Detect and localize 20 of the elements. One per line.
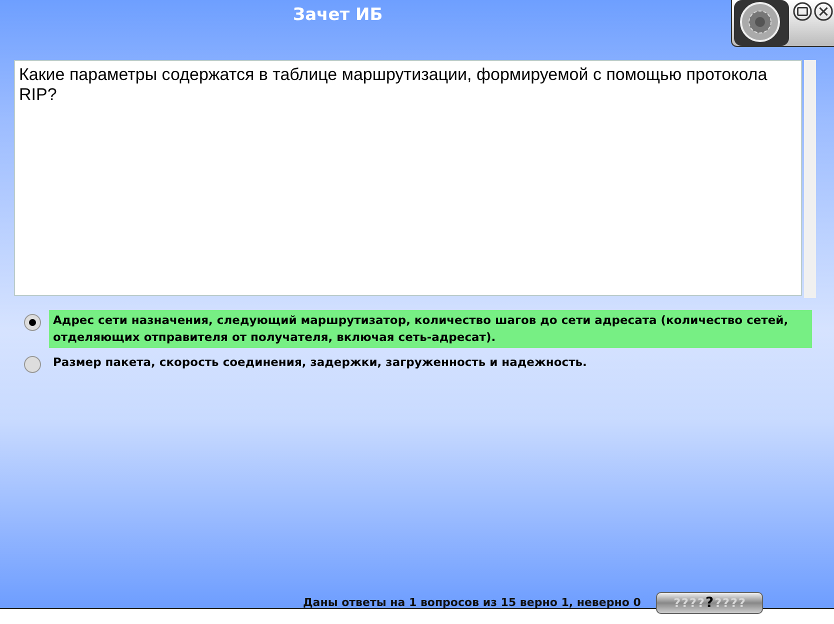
- disc-logo-icon[interactable]: [733, 0, 790, 47]
- question-marker[interactable]: ?: [674, 596, 681, 610]
- restore-icon[interactable]: [793, 2, 812, 21]
- question-marker[interactable]: ?: [722, 596, 730, 610]
- question-navigator[interactable]: ?????????: [656, 592, 763, 614]
- answer-option[interactable]: Адрес сети назначения, следующий маршрутизатор, количество шагов до сети адресата (количество сетей, отделяющих отправителя от получателя, включая сеть-адресат).: [49, 310, 812, 348]
- question-marker[interactable]: ?: [682, 596, 688, 610]
- question-marker[interactable]: ?: [705, 595, 714, 611]
- window-title: Зачет ИБ: [293, 5, 383, 25]
- radio-button[interactable]: [24, 356, 41, 373]
- radio-button[interactable]: [24, 314, 41, 331]
- question-text: Какие параметры содержатся в таблице маршрутизации, формируемой с помощью протокола RIP?: [14, 60, 802, 296]
- question-marker[interactable]: ?: [730, 596, 738, 610]
- close-icon[interactable]: [814, 2, 833, 21]
- question-marker[interactable]: ?: [697, 596, 704, 610]
- question-marker[interactable]: ?: [690, 596, 696, 610]
- question-marker[interactable]: ?: [738, 596, 746, 610]
- answer-option[interactable]: Размер пакета, скорость соединения, задержки, загруженность и надежность.: [49, 352, 812, 373]
- status-text: Даны ответы на 1 вопросов из 15 верно 1, неверно 0: [303, 596, 641, 610]
- question-marker[interactable]: ?: [714, 596, 722, 610]
